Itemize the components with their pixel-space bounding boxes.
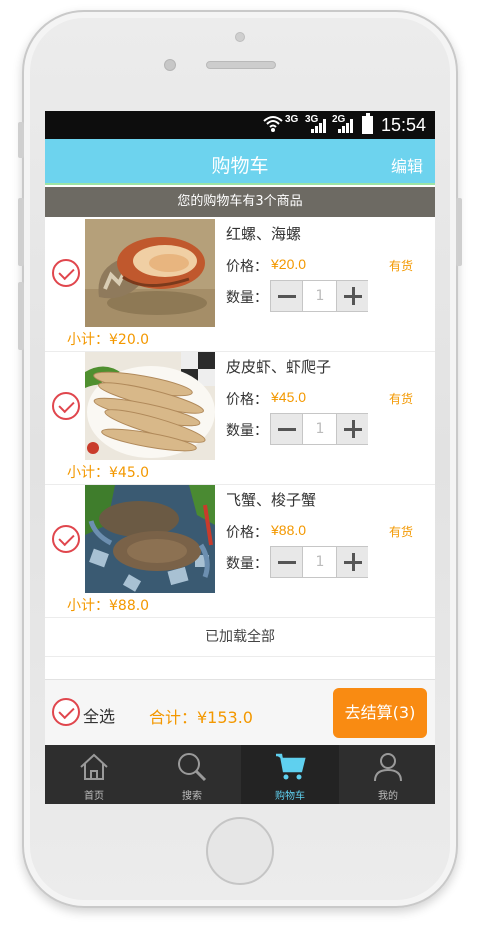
home-button[interactable] [206,817,274,885]
item-checkbox[interactable] [52,525,80,553]
quantity-value[interactable]: 1 [304,547,336,577]
price-label: 价格： [226,525,268,541]
tab-home[interactable]: 首页 [45,745,143,804]
tab-label: 购物车 [275,791,305,802]
increase-quantity-button[interactable] [336,414,368,444]
quantity-label: 数量： [226,556,268,572]
quantity-stepper: 1 [270,546,368,578]
select-all-label[interactable]: 全选 [83,703,115,727]
price-label: 价格： [226,392,268,408]
item-checkbox[interactable] [52,392,80,420]
quantity-value[interactable]: 1 [304,414,336,444]
quantity-value[interactable]: 1 [304,281,336,311]
quantity-label: 数量： [226,423,268,439]
cart-icon [276,753,306,780]
decrease-quantity-button[interactable] [271,414,303,444]
tab-cart[interactable]: 购物车 [241,745,339,804]
app-screen: 3G 3G 2G 15:54 购物车 编辑 您的购物车有3个商品 红螺、海螺 价… [45,111,435,804]
tab-label: 首页 [84,791,104,802]
proximity-sensor [164,59,176,71]
cart-item: 飞蟹、梭子蟹 价格： ¥88.0 有货 数量： 1 小计：¥88.0 [45,485,435,618]
increase-quantity-button[interactable] [336,547,368,577]
item-subtotal: 小计：¥45.0 [67,465,150,481]
cart-total: 合计：¥153.0 [149,708,253,727]
search-icon [178,753,207,782]
cart-item: 红螺、海螺 价格： ¥20.0 有货 数量： 1 小计：¥20.0 [45,219,435,352]
quantity-stepper: 1 [270,413,368,445]
signal-icon [338,119,353,133]
clock: 15:54 [381,115,427,135]
battery-icon [362,113,373,134]
tab-label: 搜索 [182,791,202,802]
product-name: 红螺、海螺 [226,225,302,243]
product-price: ¥20.0 [271,256,307,272]
decrease-quantity-button[interactable] [271,547,303,577]
product-image-conch [85,219,215,327]
network-type-label: 3G [285,114,299,125]
price-label: 价格： [226,259,268,275]
tab-label: 我的 [378,791,398,802]
tab-profile[interactable]: 我的 [339,745,435,804]
checkout-bar: 全选 合计：¥153.0 去结算(3) [45,679,435,745]
tab-search[interactable]: 搜索 [143,745,241,804]
product-name: 皮皮虾、虾爬子 [226,358,332,376]
quantity-label: 数量： [226,290,268,306]
user-icon [374,753,402,782]
product-name: 飞蟹、梭子蟹 [226,491,317,509]
stock-status: 有货 [389,259,414,273]
checkout-button[interactable]: 去结算(3) [333,688,427,738]
signal-icon [311,119,326,133]
increase-quantity-button[interactable] [336,281,368,311]
tab-bar: 首页 搜索 购物车 我的 [45,745,435,804]
mute-switch [18,122,24,158]
volume-up-button [18,198,24,266]
cart-count-notice: 您的购物车有3个商品 [45,187,435,217]
product-price: ¥88.0 [271,522,307,538]
header-bar: 购物车 编辑 [45,139,435,185]
wifi-icon [263,116,283,132]
all-loaded-text: 已加载全部 [45,617,435,657]
product-price: ¥45.0 [271,389,307,405]
power-button [456,198,462,266]
volume-down-button [18,282,24,350]
decrease-quantity-button[interactable] [271,281,303,311]
home-icon [80,753,108,780]
quantity-stepper: 1 [270,280,368,312]
stock-status: 有货 [389,392,414,406]
page-title: 购物车 [211,155,269,177]
earpiece-speaker [206,61,276,69]
cart-item: 皮皮虾、虾爬子 价格： ¥45.0 有货 数量： 1 小计：¥45.0 [45,352,435,485]
front-camera [235,32,245,42]
product-image-shrimp [85,352,215,460]
stock-status: 有货 [389,525,414,539]
item-subtotal: 小计：¥20.0 [67,332,150,348]
item-subtotal: 小计：¥88.0 [67,598,150,614]
select-all-checkbox[interactable] [52,698,80,726]
status-bar: 3G 3G 2G 15:54 [45,111,435,139]
edit-button[interactable]: 编辑 [391,153,423,177]
item-checkbox[interactable] [52,259,80,287]
product-image-crab [85,485,215,593]
